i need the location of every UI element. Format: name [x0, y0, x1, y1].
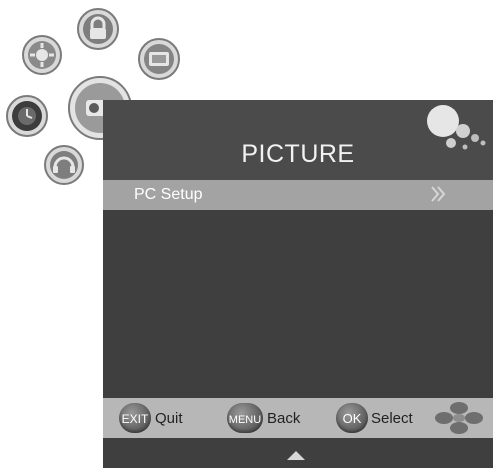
menu-key-button[interactable]: MENU	[227, 403, 263, 433]
exit-key-label: EXIT	[121, 412, 149, 426]
clock-icon[interactable]	[6, 95, 48, 137]
quit-label: Quit	[155, 410, 183, 427]
menu-key-label: MENU	[228, 414, 262, 426]
select-label: Select	[371, 410, 413, 427]
menu-item-pc-setup[interactable]: PC Setup	[103, 180, 493, 210]
headset-icon[interactable]	[44, 145, 84, 185]
back-label: Back	[267, 410, 301, 427]
exit-key-button[interactable]: EXIT	[119, 403, 151, 433]
settings-icon[interactable]	[22, 35, 62, 75]
scroll-up-arrow-icon[interactable]	[287, 451, 305, 460]
menu-item-label: PC Setup	[134, 186, 203, 203]
ok-key-label: OK	[342, 411, 362, 426]
menu-panel: PICTURE PC Setup EXIT Quit MENU Back OK …	[103, 100, 493, 468]
navigation-dpad-icon	[435, 402, 483, 434]
ok-key-button[interactable]: OK	[336, 403, 368, 433]
double-chevron-right-icon	[431, 186, 446, 202]
menu-title: PICTURE	[241, 140, 355, 168]
footer-bar: EXIT Quit MENU Back OK Select	[103, 398, 493, 438]
tv-icon[interactable]	[138, 38, 180, 80]
lock-icon[interactable]	[77, 8, 119, 50]
